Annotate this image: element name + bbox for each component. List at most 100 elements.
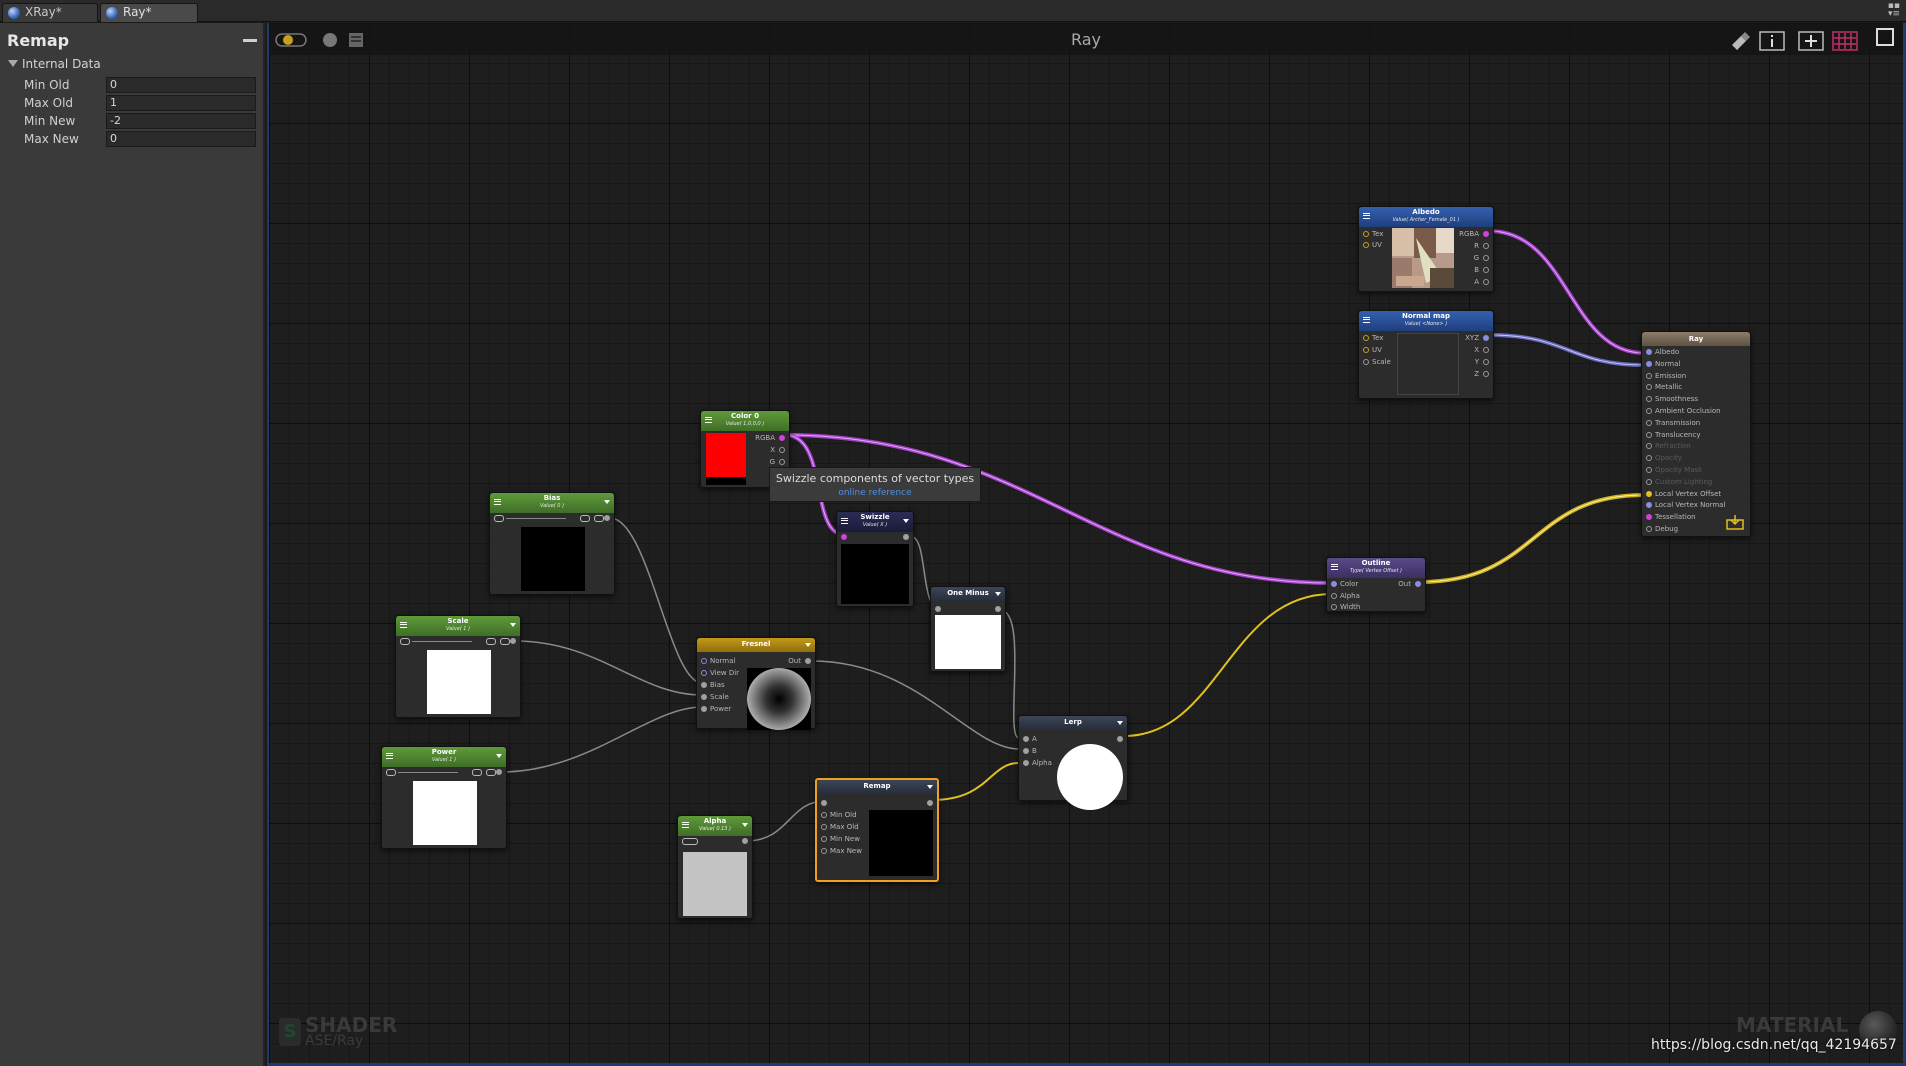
input-port[interactable] [1646,396,1652,403]
output-port[interactable] [779,459,785,465]
output-port[interactable] [903,534,909,540]
chevron-down-icon[interactable] [995,592,1001,596]
node-header[interactable]: Swizzle Value( X ) [837,512,913,532]
slider-min-knob[interactable] [494,515,504,522]
node-header[interactable]: Remap [817,780,937,794]
input-port[interactable] [1646,431,1652,438]
lerp-node[interactable]: Lerp A B Alpha [1018,715,1128,810]
chevron-down-icon[interactable] [903,519,909,523]
color-swatch[interactable] [706,433,746,477]
input-port[interactable] [1646,467,1652,473]
output-port[interactable] [1483,371,1489,377]
input-port[interactable] [1331,604,1337,610]
input-port[interactable] [1646,443,1652,450]
node-header[interactable]: Color 0 Value( 1,0,0,0 ) [701,411,789,431]
node-menu-icon[interactable] [841,518,848,524]
input-port[interactable] [841,534,847,540]
input-port[interactable] [1646,372,1652,379]
node-header[interactable]: Fresnel [697,638,815,652]
output-port[interactable] [1117,736,1123,742]
output-port[interactable] [1483,255,1489,261]
power-node[interactable]: Power Value( 1 ) [381,746,507,849]
node-menu-icon[interactable] [705,417,712,423]
output-port[interactable] [1483,243,1489,249]
input-port[interactable] [1023,748,1029,754]
output-port[interactable] [779,435,785,441]
internal-data-foldout[interactable]: Internal Data [8,57,101,71]
slider-max-knob[interactable] [500,638,510,645]
focus-icon[interactable] [1798,31,1824,51]
node-graph-canvas[interactable]: Ray Albedo Value(Archer_Female_01) Tex… [267,23,1906,1066]
input-port[interactable] [1646,419,1652,426]
slider-value-knob[interactable] [580,515,590,522]
clean-icon[interactable] [1729,31,1751,51]
node-header[interactable]: Power Value( 1 ) [382,747,506,767]
remap-node[interactable]: Remap Min Old Max Old Min New Max New [815,778,939,882]
max-new-field[interactable]: 0 [106,131,256,147]
node-menu-icon[interactable] [386,753,393,759]
output-port[interactable] [1483,267,1489,273]
slider-min-knob[interactable] [386,769,396,776]
node-header[interactable]: Normal map Value( <None> ) [1359,311,1493,331]
fresnel-node[interactable]: Fresnel Normal View Dir Bias Scale Power… [696,637,816,730]
input-port[interactable] [1363,335,1369,341]
input-port[interactable] [701,694,707,700]
info-icon[interactable] [1759,31,1785,51]
input-port[interactable] [701,682,707,688]
output-port[interactable] [927,800,933,806]
node-menu-icon[interactable] [1363,213,1370,219]
node-menu-icon[interactable] [682,822,689,828]
chevron-down-icon[interactable] [510,623,516,627]
chevron-down-icon[interactable] [742,823,748,827]
input-port[interactable] [1646,408,1652,414]
node-header[interactable]: One Minus [931,587,1005,601]
normal-map-node[interactable]: Normal map Value( <None> ) Tex UV Scale … [1358,310,1494,399]
input-port[interactable] [701,706,707,712]
min-new-field[interactable]: -2 [106,113,256,129]
ray-output-node[interactable]: Ray Albedo Normal Emission Metallic Smoothne… [1641,331,1751,537]
chevron-down-icon[interactable] [604,500,610,504]
albedo-node[interactable]: Albedo Value( Archer_Female_01 ) Tex UV … [1358,206,1494,292]
bias-node[interactable]: Bias Value( 0 ) [489,492,615,595]
node-header[interactable]: Bias Value( 0 ) [490,493,614,513]
slider-value-knob[interactable] [486,638,496,645]
slider-value-knob[interactable] [682,838,698,845]
chevron-down-icon[interactable] [496,754,502,758]
sphere-preview-icon[interactable] [321,31,339,49]
node-menu-icon[interactable] [400,622,407,628]
node-header[interactable]: Alpha Value( 0.13 ) [678,816,752,836]
alpha-slider[interactable] [682,837,702,846]
grid-icon[interactable] [1832,31,1858,51]
output-port[interactable] [1483,231,1489,237]
chevron-down-icon[interactable] [1117,721,1123,725]
output-port[interactable] [1483,359,1489,365]
node-header[interactable]: Ray [1642,332,1750,346]
input-port[interactable] [701,658,707,664]
input-port[interactable] [1646,360,1652,367]
output-port[interactable] [805,658,811,664]
output-port[interactable] [1415,581,1421,587]
node-menu-icon[interactable] [1331,564,1338,570]
input-port[interactable] [821,836,827,842]
max-old-field[interactable]: 1 [106,95,256,111]
node-menu-icon[interactable] [1363,317,1370,323]
scale-slider[interactable] [400,637,516,646]
input-port[interactable] [1646,526,1652,532]
tab-ray[interactable]: Ray* [100,3,198,22]
bias-slider[interactable] [494,514,610,523]
output-port[interactable] [742,838,748,844]
library-icon[interactable] [347,31,365,49]
input-port[interactable] [1646,478,1652,485]
output-port[interactable] [1483,335,1489,341]
input-port[interactable] [1023,760,1029,766]
maximize-icon[interactable] [1875,27,1895,47]
input-port[interactable] [821,848,827,854]
power-slider[interactable] [386,768,502,777]
input-port[interactable] [1023,736,1029,742]
one-minus-node[interactable]: One Minus [930,586,1006,672]
input-port[interactable] [1363,359,1369,365]
input-port[interactable] [1646,384,1652,391]
min-old-field[interactable]: 0 [106,77,256,93]
slider-max-knob[interactable] [594,515,604,522]
outline-node[interactable]: Outline Type( Vertex Offset ) Color Alph… [1326,557,1426,612]
